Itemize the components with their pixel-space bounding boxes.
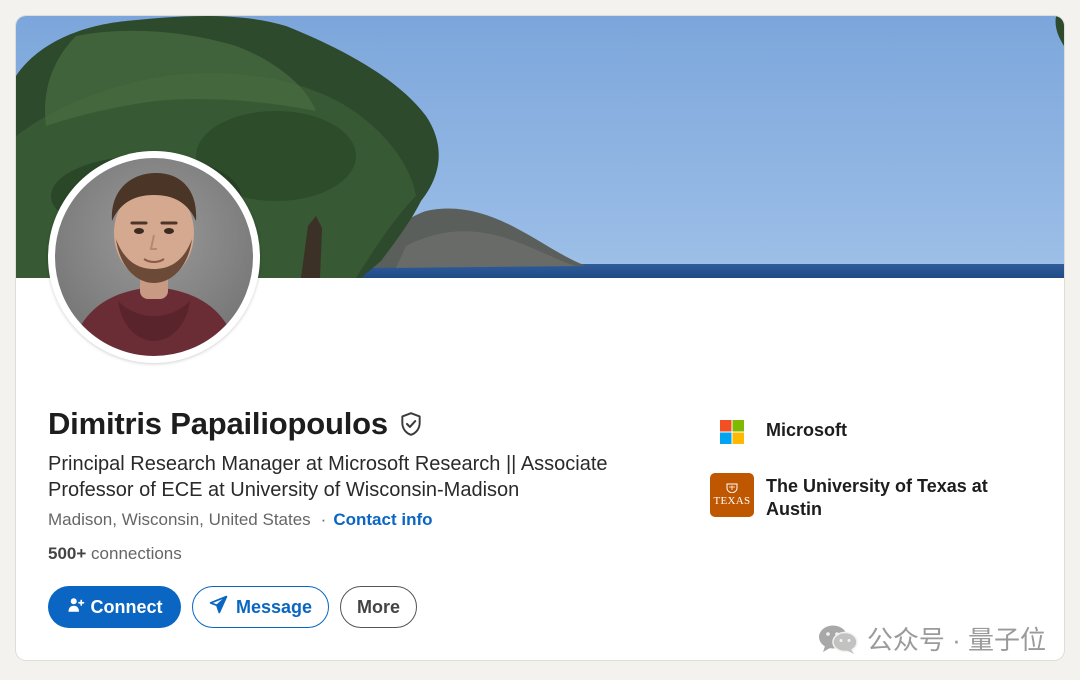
contact-info-link[interactable]: Contact info: [333, 510, 432, 530]
message-button[interactable]: Message: [192, 586, 329, 628]
org-item-microsoft[interactable]: Microsoft: [710, 410, 1030, 454]
profile-name-row: Dimitris Papailiopoulos: [48, 406, 424, 442]
profile-organizations: Microsoft TEXAS The University of Texas …: [710, 410, 1030, 521]
connections-count[interactable]: 500+ connections: [48, 544, 182, 564]
profile-card: Dimitris Papailiopoulos Principal Resear…: [16, 16, 1064, 660]
microsoft-logo-icon: [710, 410, 754, 454]
wechat-icon: [817, 623, 859, 655]
more-button[interactable]: More: [340, 586, 417, 628]
watermark-text: 公众号 · 量子位: [866, 625, 1046, 655]
add-person-icon: [67, 596, 85, 619]
verified-shield-icon[interactable]: [398, 411, 424, 437]
profile-location-row: Madison, Wisconsin, United States · Cont…: [48, 510, 433, 530]
profile-actions: Connect Message More: [48, 586, 417, 628]
org-name: The University of Texas at Austin: [766, 476, 988, 519]
profile-location: Madison, Wisconsin, United States: [48, 510, 311, 529]
connections-label: connections: [91, 544, 182, 563]
watermark: 公众号 · 量子位: [817, 620, 1046, 657]
org-name: Microsoft: [766, 420, 847, 440]
org-item-ut-austin[interactable]: TEXAS The University of Texas at Austin: [710, 473, 1030, 521]
connections-number: 500+: [48, 544, 87, 563]
profile-headline: Principal Research Manager at Microsoft …: [48, 453, 608, 501]
connect-button[interactable]: Connect: [48, 586, 181, 628]
ut-austin-logo-icon: TEXAS: [710, 473, 754, 517]
profile-avatar[interactable]: [48, 151, 260, 363]
separator-dot: ·: [320, 510, 327, 529]
send-icon: [209, 595, 228, 619]
profile-name: Dimitris Papailiopoulos: [48, 406, 388, 441]
